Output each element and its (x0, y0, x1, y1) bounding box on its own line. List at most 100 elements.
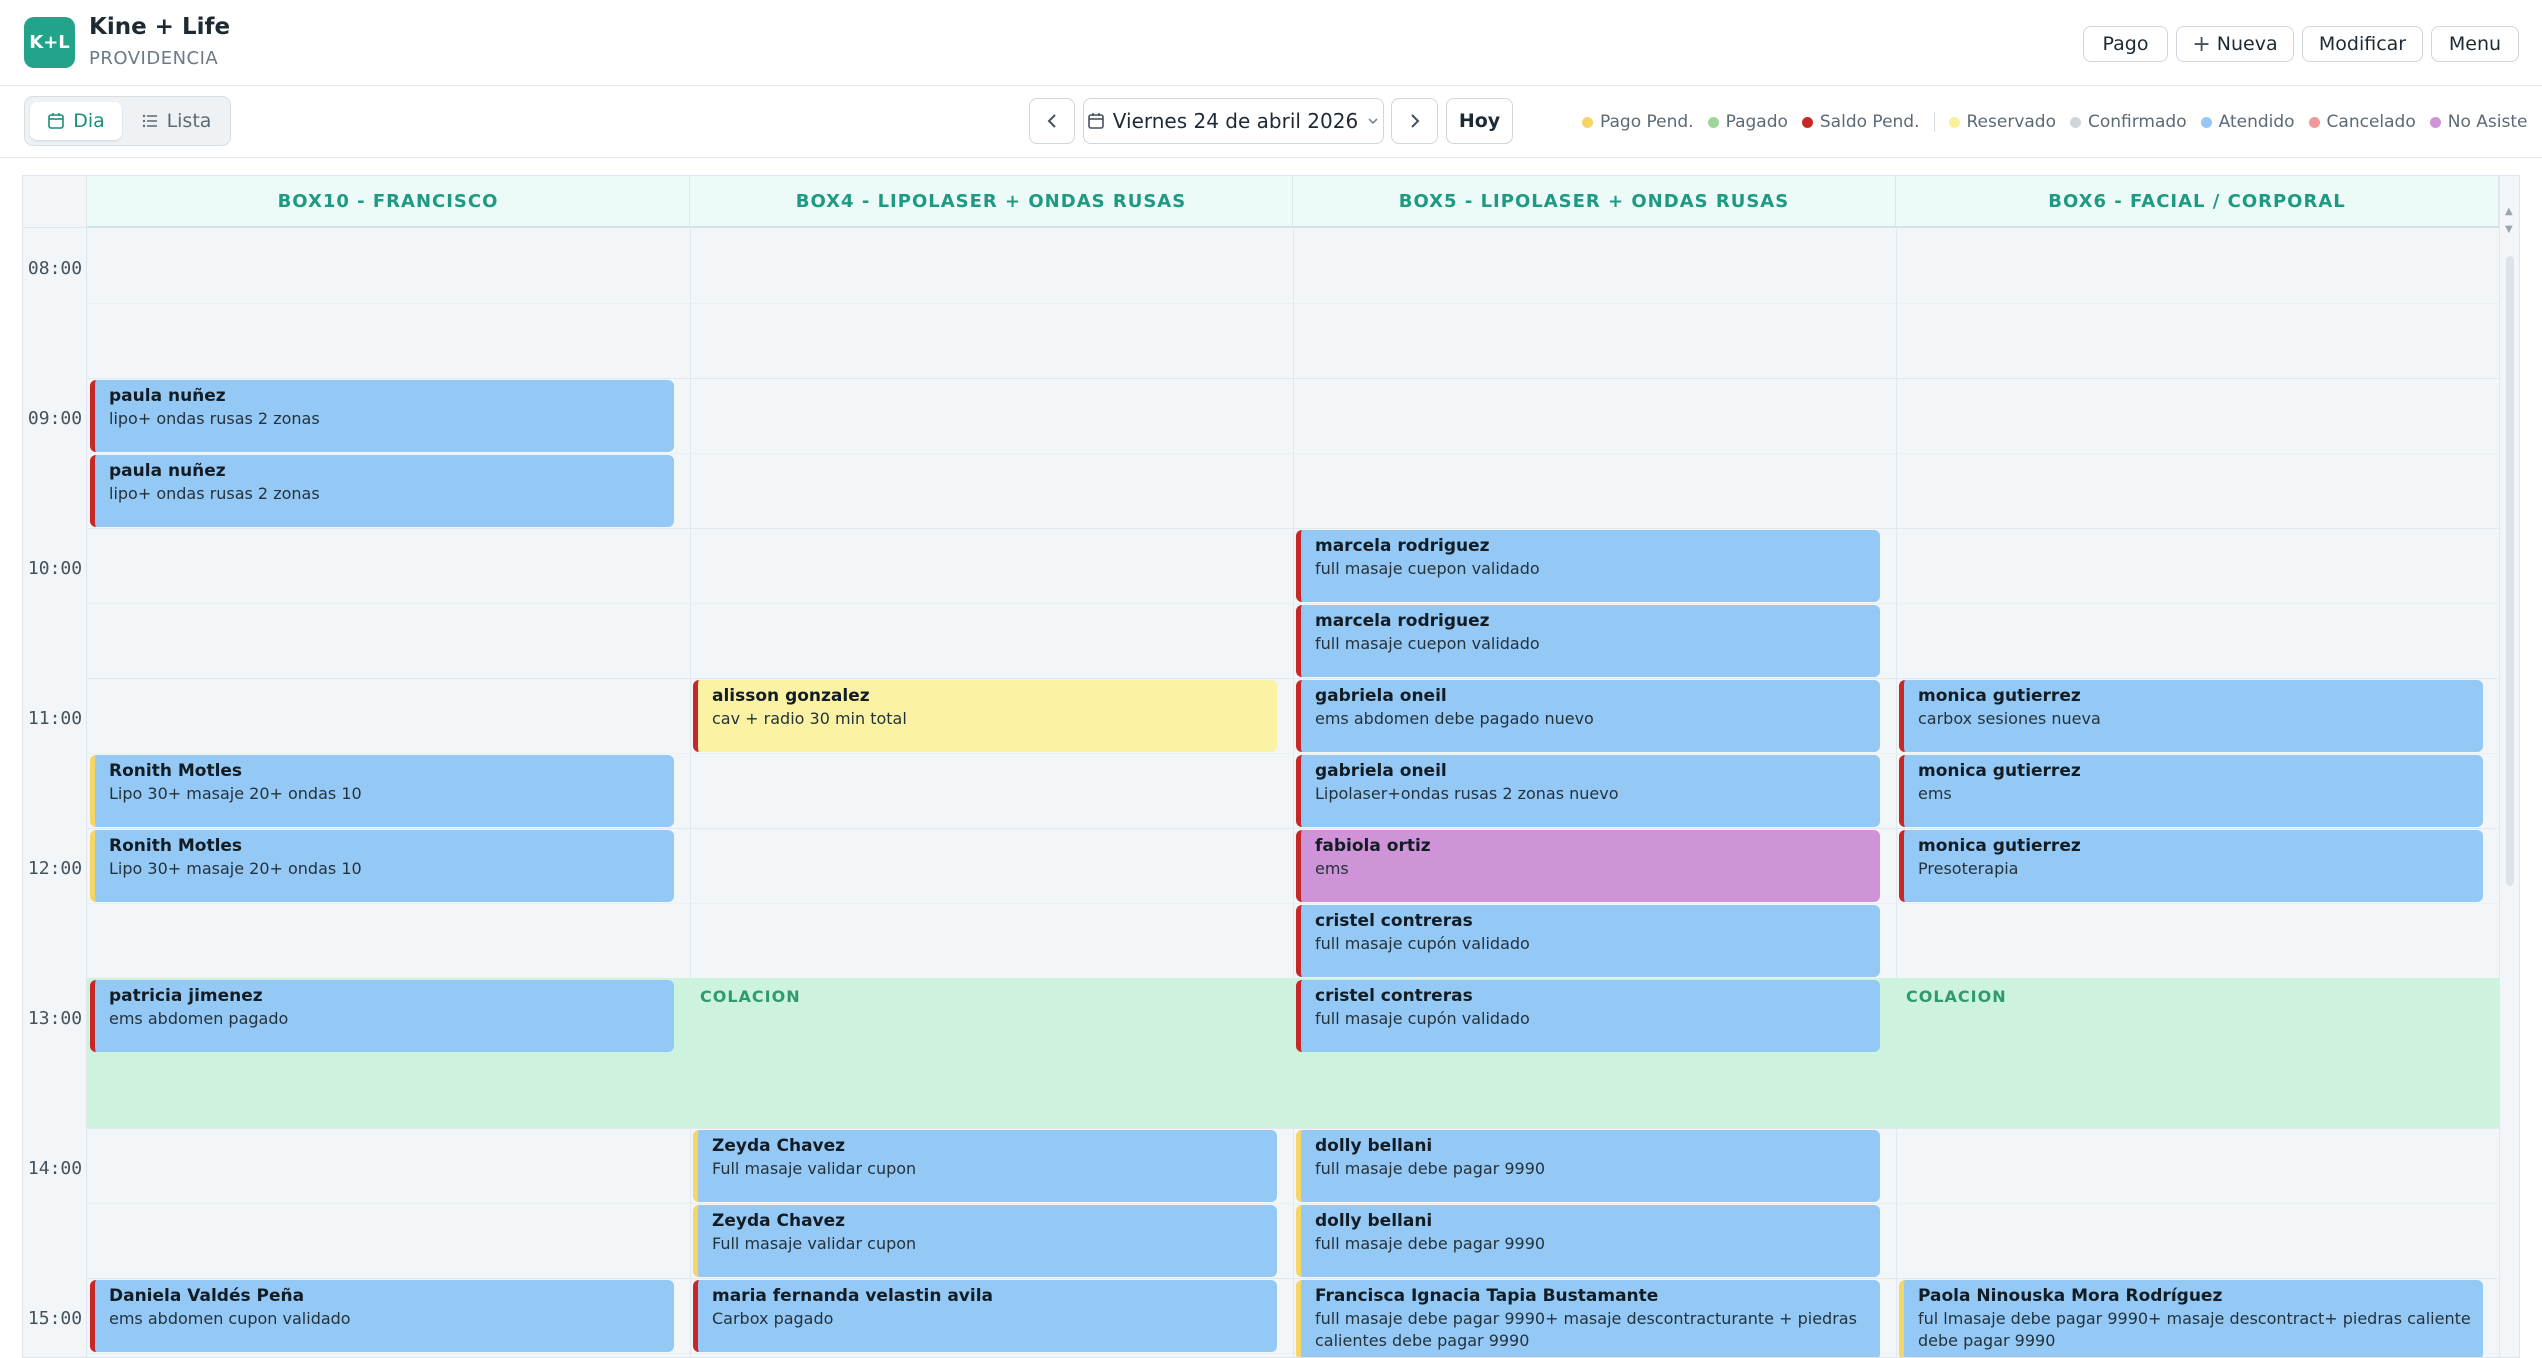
legend-atendido: Atendido (2200, 112, 2295, 132)
app-header: K+L Kine + Life PROVIDENCIA Pago + Nueva… (0, 0, 2542, 86)
brand-name: Kine + Life (89, 14, 231, 40)
patient-name: patricia jimenez (109, 986, 263, 1006)
patient-name: gabriela oneil (1315, 686, 1447, 706)
hour-label: 08:00 (27, 258, 83, 279)
view-dia-button[interactable]: Dia (30, 102, 122, 140)
appointment-desc: full masaje cupón validado (1315, 1009, 1530, 1028)
patient-name: paula nuñez (109, 386, 226, 406)
next-day-button[interactable] (1391, 98, 1438, 144)
appointment-desc: ems (1315, 859, 1349, 878)
calendar-corner (23, 176, 87, 228)
appointment-card[interactable]: paula nuñez lipo+ ondas rusas 2 zonas (90, 455, 674, 527)
patient-name: alisson gonzalez (712, 686, 870, 706)
appointment-card[interactable]: cristel contreras full masaje cupón valid… (1296, 980, 1880, 1052)
appointment-card[interactable]: gabriela oneil Lipolaser+ondas rusas 2 zo… (1296, 755, 1880, 827)
patient-name: Daniela Valdés Peña (109, 1286, 305, 1306)
appointment-card[interactable]: maria fernanda velastin avila Carbox paga… (693, 1280, 1277, 1352)
toolbar: Dia Lista Viernes 24 de abril 2026 Hoy P… (0, 86, 2542, 158)
appointment-card[interactable]: Zeyda Chavez Full masaje validar cupon (693, 1130, 1277, 1202)
appointment-card[interactable]: fabiola ortiz ems (1296, 830, 1880, 902)
appointment-card[interactable]: Ronith Motles Lipo 30+ masaje 20+ ondas 1… (90, 755, 674, 827)
appointment-card[interactable]: monica gutierrez ems (1899, 755, 2483, 827)
appointment-card[interactable]: monica gutierrez carbox sesiones nueva (1899, 680, 2483, 752)
appointment-card[interactable]: alisson gonzalez cav + radio 30 min total (693, 680, 1277, 752)
view-switcher: Dia Lista (24, 96, 231, 146)
legend-dot (2429, 116, 2441, 128)
calendar-icon (1087, 113, 1104, 129)
legend-dot (2200, 116, 2212, 128)
pago-button[interactable]: Pago (2083, 26, 2168, 62)
appointment-desc: ems abdomen pagado (109, 1009, 289, 1028)
legend-dot (1801, 116, 1813, 128)
patient-name: monica gutierrez (1918, 761, 2081, 781)
legend-label: Cancelado (2326, 112, 2416, 132)
appointment-desc: full masaje cupón validado (1315, 934, 1530, 953)
menu-button[interactable]: Menu (2431, 26, 2519, 62)
patient-name: marcela rodriguez (1315, 536, 1490, 556)
scroll-up-icon[interactable]: ▲ (2505, 206, 2513, 217)
time-column (23, 228, 87, 1357)
appointment-desc: cav + radio 30 min total (712, 709, 907, 728)
current-date: Viernes 24 de abril 2026 (1112, 109, 1359, 133)
legend-reservado: Reservado (1948, 112, 2056, 132)
patient-name: Zeyda Chavez (712, 1136, 846, 1156)
legend-label: Pago Pend. (1600, 112, 1694, 132)
appointment-card[interactable]: dolly bellani full masaje debe pagar 9990 (1296, 1130, 1880, 1202)
patient-name: fabiola ortiz (1315, 836, 1431, 856)
view-lista-button[interactable]: Lista (126, 102, 226, 140)
appointment-card[interactable]: marcela rodriguez full masaje cuepon vali… (1296, 605, 1880, 677)
view-lista-label: Lista (166, 110, 212, 132)
legend-dot (2308, 116, 2320, 128)
legend-label: Reservado (1966, 112, 2056, 132)
appointment-card[interactable]: Francisca Ignacia Tapia Bustamante full m… (1296, 1280, 1880, 1357)
scrollbar-thumb[interactable] (2506, 256, 2514, 886)
column-divider (1293, 228, 1294, 1357)
legend-label: Atendido (2218, 112, 2295, 132)
hour-label: 13:00 (27, 1008, 83, 1029)
patient-name: dolly bellani (1315, 1211, 1433, 1231)
legend-pagado: Pagado (1707, 112, 1788, 132)
appointment-desc: Full masaje validar cupon (712, 1234, 917, 1253)
appointment-card[interactable]: dolly bellani full masaje debe pagar 9990 (1296, 1205, 1880, 1277)
hour-label: 15:00 (27, 1308, 83, 1329)
legend-separator (1933, 112, 1935, 132)
patient-name: monica gutierrez (1918, 686, 2081, 706)
patient-name: Paola Ninouska Mora Rodríguez (1918, 1286, 2223, 1306)
appointment-desc: full masaje cuepon validado (1315, 559, 1540, 578)
colacion-label: COLACION (700, 987, 801, 1006)
prev-day-button[interactable] (1029, 98, 1075, 144)
appointment-card[interactable]: gabriela oneil ems abdomen debe pagado nu… (1296, 680, 1880, 752)
appointment-card[interactable]: monica gutierrez Presoterapia (1899, 830, 2483, 902)
appointment-card[interactable]: Daniela Valdés Peña ems abdomen cupon val… (90, 1280, 674, 1352)
legend: Pago Pend. Pagado Saldo Pend. Reservado … (1582, 112, 2527, 132)
plus-icon: + (2192, 31, 2211, 57)
appointment-desc: lipo+ ondas rusas 2 zonas (109, 484, 320, 503)
vertical-scrollbar[interactable]: ▲ ▼ (2499, 176, 2519, 1357)
calendar-icon (48, 113, 65, 129)
patient-name: dolly bellani (1315, 1136, 1433, 1156)
chevron-right-icon (1410, 114, 1419, 128)
appointment-desc: lipo+ ondas rusas 2 zonas (109, 409, 320, 428)
legend-label: No Asiste (2447, 112, 2528, 132)
appointment-card[interactable]: paula nuñez lipo+ ondas rusas 2 zonas (90, 380, 674, 452)
modificar-button[interactable]: Modificar (2302, 26, 2423, 62)
appointment-desc: full masaje debe pagar 9990+ masaje desc… (1315, 1309, 1857, 1350)
hour-label: 12:00 (27, 858, 83, 879)
column-header-box10: BOX10 - FRANCISCO (87, 176, 690, 228)
appointment-card[interactable]: Ronith Motles Lipo 30+ masaje 20+ ondas 1… (90, 830, 674, 902)
appointment-card[interactable]: cristel contreras full masaje cupón valid… (1296, 905, 1880, 977)
nueva-button[interactable]: + Nueva (2176, 26, 2294, 62)
appointment-card[interactable]: patricia jimenez ems abdomen pagado (90, 980, 674, 1052)
nueva-label: Nueva (2216, 33, 2278, 55)
legend-dot (2069, 116, 2081, 128)
appointment-card[interactable]: Paola Ninouska Mora Rodríguez ful lmasaje… (1899, 1280, 2483, 1357)
appointment-card[interactable]: Zeyda Chavez Full masaje validar cupon (693, 1205, 1277, 1277)
date-picker[interactable]: Viernes 24 de abril 2026 (1083, 98, 1384, 144)
scroll-down-icon[interactable]: ▼ (2505, 224, 2513, 235)
legend-pago-pend: Pago Pend. (1582, 112, 1694, 132)
chevron-down-icon (1368, 118, 1378, 125)
appointment-desc: Presoterapia (1918, 859, 2019, 878)
today-button[interactable]: Hoy (1446, 98, 1513, 144)
appointment-card[interactable]: marcela rodriguez full masaje cuepon vali… (1296, 530, 1880, 602)
appointment-desc: ems (1918, 784, 1952, 803)
